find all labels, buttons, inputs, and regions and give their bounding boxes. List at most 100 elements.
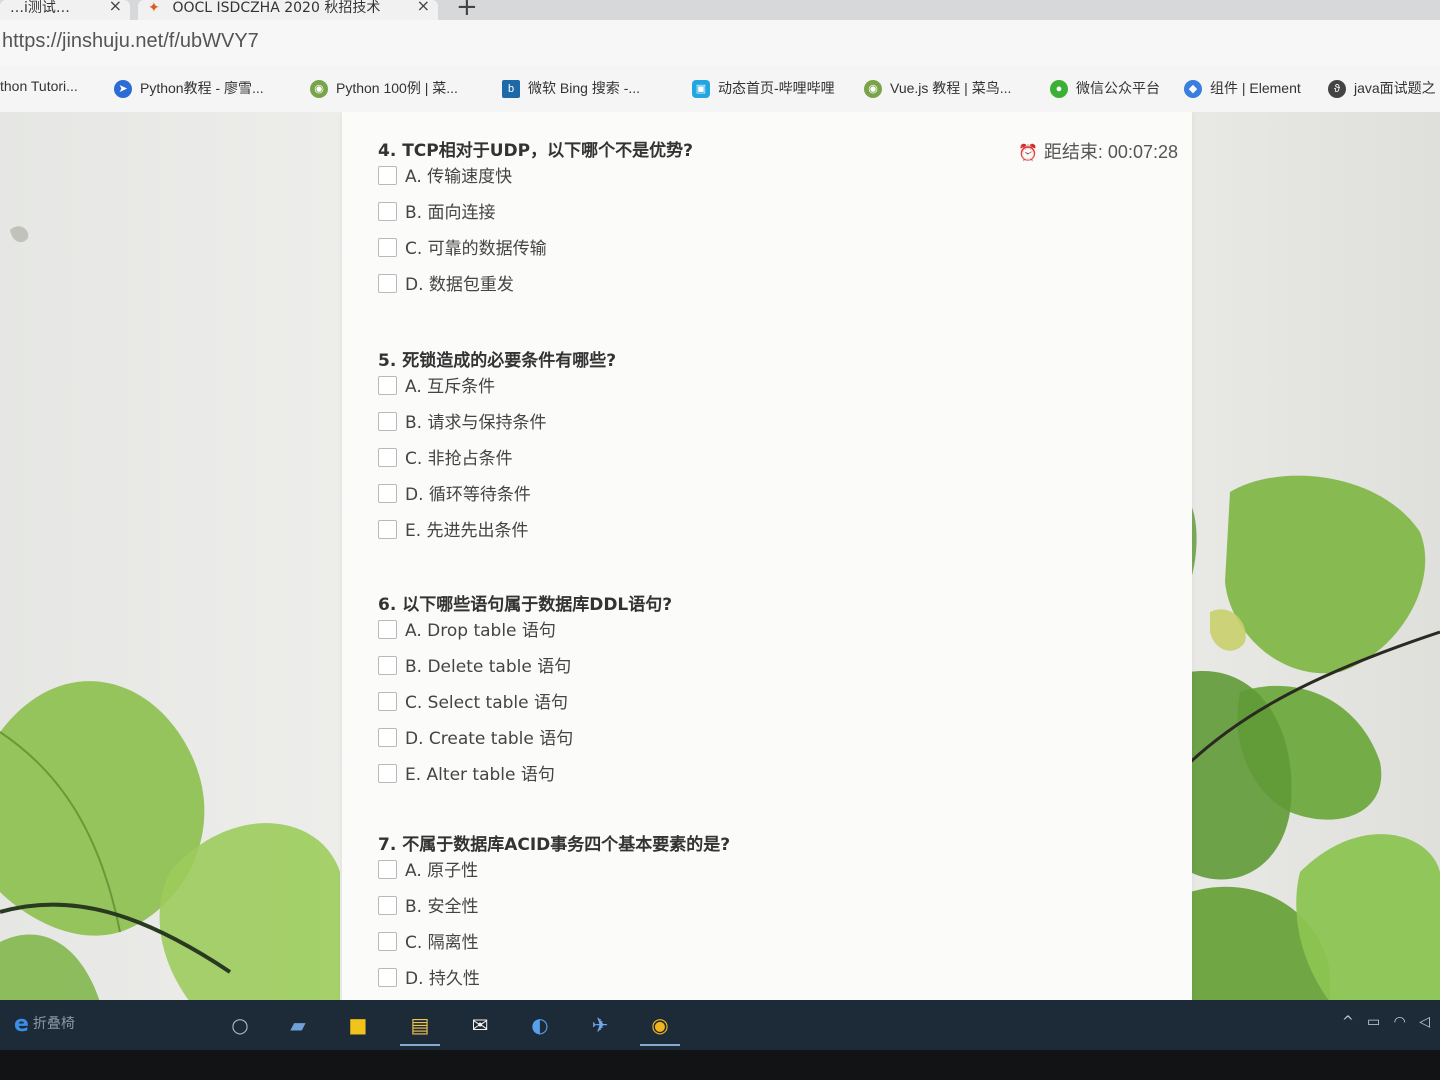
checkbox[interactable] [378,202,397,221]
bookmark-item[interactable]: ◆ 组件 | Element [1184,78,1301,99]
option-item[interactable]: C. 可靠的数据传输 [378,237,693,273]
tab-title: OOCL ISDCZHA 2020 秋招技术 [172,0,381,16]
checkbox[interactable] [378,656,397,675]
mail-icon[interactable]: ✉ [460,1006,500,1044]
question-7: 7. 不属于数据库ACID事务四个基本要素的是? A. 原子性 B. 安全性 C… [378,830,730,1002]
close-icon[interactable]: × [417,0,430,14]
option-item[interactable]: C. 非抢占条件 [378,447,616,483]
runoob-icon: ◉ [864,80,882,99]
checkbox[interactable] [378,764,397,783]
url-text[interactable]: https://jinshuju.net/f/ubWVY7 [2,30,259,53]
new-tab-icon[interactable]: + [456,0,478,22]
bing-icon: b [502,80,520,99]
tab-previous[interactable]: …i测试… × [0,0,130,20]
checkbox[interactable] [378,274,397,293]
option-item[interactable]: B. 请求与保持条件 [378,411,616,447]
option-item[interactable]: A. 传输速度快 [378,165,693,201]
element-icon: ◆ [1184,80,1202,99]
option-item[interactable]: D. 数据包重发 [378,273,693,309]
battery-icon[interactable]: ▭ [1367,1014,1380,1030]
option-label: C. 可靠的数据传输 [405,239,547,259]
option-label: A. 传输速度快 [405,167,513,187]
bookmark-item[interactable]: ● 微信公众平台 [1050,78,1160,99]
option-label: C. 隔离性 [405,933,479,953]
bilibili-icon: ▣ [692,80,710,99]
bookmark-item[interactable]: ▣ 动态首页-哔哩哔哩 [692,78,835,99]
chevron-up-icon[interactable]: ^ [1342,1014,1354,1030]
option-label: A. 原子性 [405,861,479,881]
option-label: D. 持久性 [405,969,480,989]
bookmark-label: Python教程 - 廖雪... [140,80,264,96]
bookmark-label: Vue.js 教程 | 菜鸟... [890,80,1012,96]
checkbox[interactable] [378,932,397,951]
system-tray[interactable]: ^ ▭ ◠ ◁ [1342,1014,1430,1030]
file-explorer-icon[interactable]: ▤ [400,1006,440,1046]
option-item[interactable]: B. 安全性 [378,895,730,931]
option-item[interactable]: E. Alter table 语句 [378,763,672,799]
screen: …i测试… × ✦ OOCL ISDCZHA 2020 秋招技术 × + htt… [0,0,1440,1080]
runoob-icon: ◉ [310,80,328,99]
address-bar[interactable]: https://jinshuju.net/f/ubWVY7 [0,20,1440,67]
close-icon[interactable]: × [109,0,122,14]
bookmark-item[interactable]: ◉ Python 100例 | 菜... [310,78,458,99]
option-item[interactable]: B. 面向连接 [378,201,693,237]
bookmark-item[interactable]: ◉ Vue.js 教程 | 菜鸟... [864,78,1012,99]
option-label: A. Drop table 语句 [405,621,556,641]
option-label: B. 面向连接 [405,203,496,223]
feishu-icon[interactable]: ✈ [580,1006,620,1044]
option-label: D. Create table 语句 [405,729,574,749]
question-title: 4. TCP相对于UDP，以下哪个不是优势? [378,141,693,161]
search-icon[interactable]: ○ [220,1006,260,1044]
bookmark-label: 动态首页-哔哩哔哩 [718,80,835,96]
remote-desktop-icon[interactable]: ▰ [278,1006,318,1044]
checkbox[interactable] [378,376,397,395]
checkbox[interactable] [378,968,397,987]
bookmark-item[interactable]: ➤ Python教程 - 廖雪... [114,78,264,99]
taskbar-search-label: 折叠椅 [32,1016,75,1032]
tab-active[interactable]: ✦ OOCL ISDCZHA 2020 秋招技术 × [138,0,438,20]
checkbox[interactable] [378,896,397,915]
checkbox[interactable] [378,692,397,711]
question-title: 6. 以下哪些语句属于数据库DDL语句? [378,595,673,615]
option-item[interactable]: D. Create table 语句 [378,727,672,763]
option-item[interactable]: C. 隔离性 [378,931,730,967]
wifi-icon[interactable]: ◠ [1394,1014,1406,1030]
tab-title: …i测试… [10,0,70,16]
bookmark-label: 微软 Bing 搜索 -... [528,80,641,96]
question-title: 7. 不属于数据库ACID事务四个基本要素的是? [378,835,731,855]
checkbox[interactable] [378,620,397,639]
option-item[interactable]: D. 持久性 [378,967,730,1002]
alarm-clock-icon: ⏰ [1018,145,1038,162]
option-item[interactable]: D. 循环等待条件 [378,483,616,519]
option-item[interactable]: A. Drop table 语句 [378,619,672,655]
option-label: D. 数据包重发 [405,275,514,295]
bookmark-item[interactable]: ϑ java面试题之 [1328,78,1436,99]
option-label: B. 安全性 [405,897,479,917]
timer-text: 距结束: 00:07:28 [1043,142,1178,162]
bookmark-item[interactable]: thon Tutori... [0,78,78,94]
browser-icon[interactable]: ◐ [520,1006,560,1044]
chrome-icon[interactable]: ◉ [640,1006,680,1046]
option-item[interactable]: A. 互斥条件 [378,375,616,411]
checkbox[interactable] [378,166,397,185]
checkbox[interactable] [378,412,397,431]
option-label: C. 非抢占条件 [405,449,513,469]
sticky-notes-icon[interactable]: ■ [338,1006,378,1044]
option-item[interactable]: E. 先进先出条件 [378,519,616,555]
volume-icon[interactable]: ◁ [1419,1014,1430,1030]
checkbox[interactable] [378,728,397,747]
option-item[interactable]: C. Select table 语句 [378,691,672,727]
taskbar: e 折叠椅 ○ ▰ ■ ▤ ✉ ◐ ✈ ◉ ^ ▭ ◠ ◁ [0,1000,1440,1050]
page-background: ⏰ 距结束: 00:07:28 4. TCP相对于UDP，以下哪个不是优势? A.… [0,112,1440,1002]
checkbox[interactable] [378,860,397,879]
checkbox[interactable] [378,448,397,467]
bookmark-item[interactable]: b 微软 Bing 搜索 -... [502,78,641,99]
option-item[interactable]: B. Delete table 语句 [378,655,672,691]
checkbox[interactable] [378,238,397,257]
taskbar-search[interactable]: e 折叠椅 [14,1012,75,1037]
java-icon: ϑ [1328,80,1346,99]
checkbox[interactable] [378,484,397,503]
option-item[interactable]: A. 原子性 [378,859,730,895]
option-label: A. 互斥条件 [405,377,496,397]
checkbox[interactable] [378,520,397,539]
